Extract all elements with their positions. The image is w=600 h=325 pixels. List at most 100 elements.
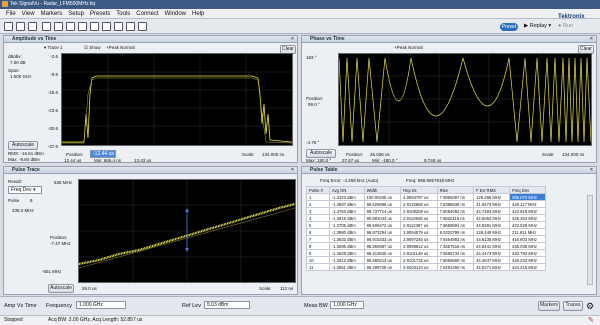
ref-level-input[interactable]: 5.03 dBm [204, 301, 250, 309]
table-cell: 422.529 MHz [509, 221, 546, 229]
autoscale-button[interactable]: Autoscale [306, 149, 336, 158]
analysis-icon[interactable] [114, 22, 123, 31]
amplitude-plot[interactable] [61, 53, 293, 146]
table-row[interactable]: 11 -1.3651 dBm 96.499728 us 2.9103124 us 7.8… [306, 263, 546, 271]
menu-presets[interactable]: Presets [90, 11, 110, 17]
traces-button[interactable]: Traces [563, 301, 583, 311]
column-header[interactable]: Rep Int [400, 186, 438, 194]
pulse-plot[interactable] [78, 179, 296, 283]
replay-button[interactable]: ▶ Replay ▾ [524, 23, 551, 29]
table-cell: 6 [306, 228, 330, 236]
table-cell: 128.449 MHz [473, 228, 511, 236]
scrollbar[interactable] [587, 195, 593, 285]
menu-setup[interactable]: Setup [68, 11, 84, 17]
table-row[interactable]: 4 -1.3816 dBm 96.881043 us 2.9110648 us 7.68… [306, 214, 546, 222]
table-cell: 2.9094579 us [400, 228, 438, 236]
run-button[interactable]: ● Run [558, 23, 573, 29]
table-cell: 2.9110648 us [400, 214, 438, 222]
scale-value[interactable]: 112 ns [280, 286, 293, 291]
autoscale-button[interactable]: Autoscale [8, 141, 38, 150]
column-header[interactable]: F Err RMS [473, 186, 511, 194]
toolbar: Preset ▶ Replay ▾ ● Run Tektronix [0, 14, 600, 34]
table-row[interactable]: 8 -1.3595 dBm 96.550987 us 2.9098612 us 7.46… [306, 242, 546, 250]
detector-label: +Peak Normal [106, 45, 135, 50]
show-label: Show [89, 45, 101, 50]
spectrogram-icon[interactable] [78, 22, 87, 31]
time-icon[interactable] [90, 22, 99, 31]
table-cell: 126.286 MHz [473, 193, 511, 201]
preset-button[interactable]: Preset [500, 23, 518, 31]
table-row[interactable]: 5 -1.3705 dBm 96.506472 us 2.9112387 us 7.96… [306, 221, 546, 229]
scale-label: Scale: [542, 152, 555, 157]
trace-select[interactable]: ▾ Trace 1 [44, 45, 63, 51]
autoscale-button[interactable]: Autoscale [48, 284, 74, 293]
table-row[interactable]: 1 -1.4323 dBm 100.00345 us 4.9094797 us 7.99… [306, 193, 546, 201]
close-icon[interactable]: × [290, 37, 295, 42]
table-cell: -1.3595 dBm [328, 242, 365, 250]
table-cell: 7.9955367 ns [436, 193, 475, 201]
gear-icon[interactable]: ⚙ [586, 301, 596, 311]
table-header-row: Pulse # Avg ON Width Rep Int Rise F Err RMS Fr… [306, 186, 546, 194]
menu-tools[interactable]: Tools [116, 11, 130, 17]
print-icon[interactable] [28, 22, 37, 31]
pulse-icon[interactable] [102, 22, 111, 31]
table-cell: 41.8474 MHz [473, 200, 511, 208]
markers-button[interactable]: Markers [538, 301, 560, 311]
table-row[interactable]: 9 -1.3628 dBm 96.413646 us 2.9101149 us 7.65… [306, 249, 546, 257]
table-cell: 8 [306, 242, 330, 250]
span-value: 1.000 GHz [10, 74, 32, 79]
meas-bw-input[interactable]: 1.000 GHz [330, 301, 364, 309]
column-header[interactable]: Rise [436, 186, 475, 194]
show-checkbox[interactable]: ☑ Show [84, 45, 101, 51]
column-header[interactable]: Width [363, 186, 402, 194]
marker-icon[interactable] [126, 22, 135, 31]
column-header[interactable]: Pulse # [306, 186, 330, 194]
table-cell: 425.253 MHz [509, 214, 546, 222]
menu-markers[interactable]: Markers [41, 11, 63, 17]
result-select[interactable]: Freq Dev ▾ [8, 186, 42, 194]
table-cell: 420.792 MHz [509, 249, 546, 257]
column-header[interactable]: Freq Dev [509, 186, 546, 194]
measurement-mode[interactable]: Amp Vs Time [4, 303, 37, 309]
scale-value[interactable]: 134.000 ns [562, 152, 584, 157]
table-cell: 2 [306, 200, 330, 208]
scale-value[interactable]: 134.000 ns [262, 152, 284, 157]
close-icon[interactable]: × [589, 168, 594, 173]
save-icon[interactable] [16, 22, 25, 31]
table-row[interactable]: 3 -1.3763 dBm 99.737714 us 2.9108208 us 7.80… [306, 207, 546, 215]
undo-icon[interactable] [42, 22, 51, 31]
table-row[interactable]: 6 -1.3980 dBm 96.873294 us 2.9094579 us 8.03… [306, 228, 546, 236]
menu-window[interactable]: Window [165, 11, 186, 17]
table-cell: -1.3651 dBm [328, 263, 365, 271]
menu-file[interactable]: File [6, 11, 16, 17]
position-input[interactable]: -12.44 us [90, 150, 116, 158]
pulse-label: Pulse [8, 198, 20, 203]
position-value: -7.47 MHz [50, 241, 71, 246]
y-tick: -16.6 [47, 90, 58, 95]
trace-label: Trace 1 [47, 45, 63, 50]
table-row[interactable]: 7 -1.3632 dBm 96.915333 us 2.9097245 us 7.84… [306, 235, 546, 243]
scale-label: Scale: [259, 286, 272, 291]
table-cell: -1.3612 dBm [328, 256, 365, 264]
open-icon[interactable] [4, 22, 13, 31]
phase-plot[interactable] [338, 53, 592, 146]
frequency-input[interactable]: 1.000 GHz [76, 301, 126, 309]
close-icon[interactable]: × [589, 37, 594, 42]
column-header[interactable]: Avg ON [328, 186, 365, 194]
pulse-number[interactable]: 8 [30, 198, 33, 203]
table-row[interactable]: 10 -1.3612 dBm 96.550213 us 2.9101732 us 7.8… [306, 256, 546, 264]
menu-connect[interactable]: Connect [136, 11, 158, 17]
run-state: Stopped [4, 317, 23, 323]
position-label: Position: [66, 152, 84, 157]
table-cell: 44.8281 MHz [473, 221, 511, 229]
table-row[interactable]: 2 -1.3897 dBm 96.525899 us 2.9132682 us 7.83… [306, 200, 546, 208]
table-icon[interactable] [138, 22, 147, 31]
close-icon[interactable]: × [290, 168, 295, 173]
table-cell: 425.233 MHz [509, 256, 546, 264]
position-input[interactable]: 26.036 us [370, 152, 390, 157]
display-icon[interactable] [54, 22, 63, 31]
menu-view[interactable]: View [22, 11, 35, 17]
spectrum-icon[interactable] [66, 22, 75, 31]
position-value: 99.0 ° [308, 102, 320, 107]
menu-help[interactable]: Help [192, 11, 204, 17]
